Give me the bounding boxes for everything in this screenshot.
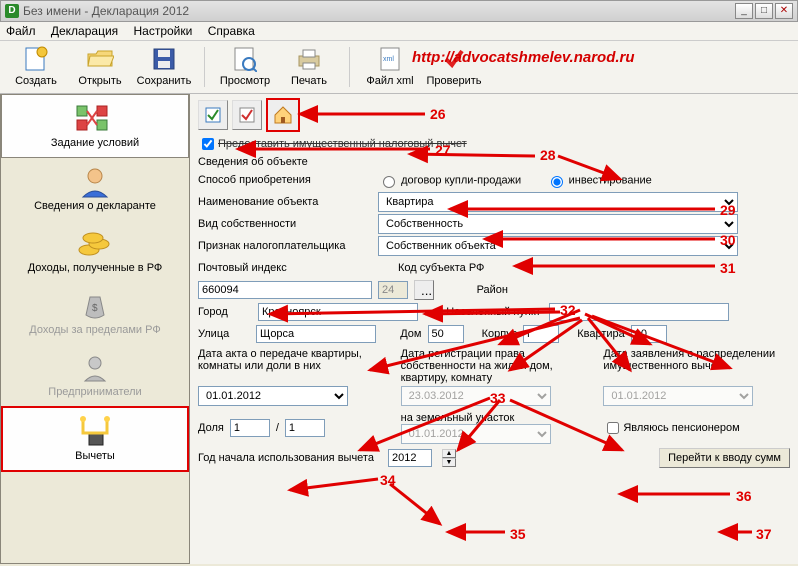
menu-file[interactable]: Файл: [6, 24, 36, 38]
content-pane: Предоставить имущественный налоговый выч…: [190, 94, 798, 564]
sidebar-item-conditions[interactable]: Задание условий: [1, 94, 189, 158]
grant-label: Предоставить имущественный налоговый выч…: [218, 138, 467, 150]
entrepreneur-icon: [5, 350, 185, 386]
money-bag-icon: $: [5, 288, 185, 324]
tab-social[interactable]: [232, 100, 262, 130]
sidebar-item-entrepreneurs[interactable]: Предприниматели: [1, 344, 189, 406]
share-label: Доля: [198, 422, 224, 434]
year-up-button[interactable]: ▲: [442, 449, 456, 458]
ownership-label: Вид собственности: [198, 218, 378, 230]
obj-name-label: Наименование объекта: [198, 196, 378, 208]
date-reg-input[interactable]: 23.03.2012: [401, 386, 551, 406]
conditions-icon: [6, 101, 184, 137]
sidebar: Задание условий Сведения о декларанте До…: [0, 94, 190, 564]
land-date-input: 01.01.2012: [401, 424, 551, 444]
radio-contract[interactable]: [383, 176, 395, 188]
street-label: Улица: [198, 328, 250, 340]
menu-help[interactable]: Справка: [208, 24, 255, 38]
annot-36: 36: [736, 488, 752, 504]
postal-input[interactable]: [198, 281, 372, 299]
save-icon: [150, 45, 178, 73]
folder-open-icon: [86, 45, 114, 73]
menu-bar: Файл Декларация Настройки Справка: [0, 22, 798, 41]
taxpayer-select[interactable]: Собственник объекта: [378, 236, 738, 256]
sidebar-item-declarant[interactable]: Сведения о декларанте: [1, 158, 189, 220]
section-title: Сведения об объекте: [198, 156, 790, 168]
region-code-input[interactable]: [378, 281, 408, 299]
maximize-button[interactable]: □: [755, 3, 773, 19]
radio-contract-label: договор купли-продажи: [401, 174, 521, 186]
window-title: Без имени - Декларация 2012: [23, 4, 189, 18]
date-reg-label: Дата регистрации права собственности на …: [401, 348, 588, 384]
menu-declaration[interactable]: Декларация: [51, 24, 118, 38]
minimize-button[interactable]: _: [735, 3, 753, 19]
city-input[interactable]: [258, 303, 418, 321]
deduction-tabs: [198, 98, 790, 132]
grant-checkbox[interactable]: [202, 138, 214, 150]
new-doc-icon: [22, 45, 50, 73]
xml-file-icon: xml: [376, 45, 404, 73]
person-icon: [5, 164, 185, 200]
share-num-input[interactable]: [230, 419, 270, 437]
year-input[interactable]: [388, 449, 432, 467]
menu-settings[interactable]: Настройки: [134, 24, 193, 38]
open-button[interactable]: Открыть: [72, 45, 128, 87]
main-toolbar: Создать Открыть Сохранить Просмотр Печат…: [0, 41, 798, 94]
flat-label: Квартира: [577, 328, 625, 340]
date-act-input[interactable]: 01.01.2012: [198, 386, 348, 406]
region-label: Код субъекта РФ: [398, 262, 484, 274]
land-label: на земельный участок: [401, 412, 515, 424]
house-label: Дом: [400, 328, 421, 340]
radio-invest-label: инвестирование: [569, 174, 652, 186]
deductions-icon: [7, 414, 183, 450]
pension-label: Являюсь пенсионером: [623, 422, 739, 434]
share-den-input[interactable]: [285, 419, 325, 437]
annot-34: 34: [380, 472, 396, 488]
date-decl-input: 01.01.2012: [603, 386, 753, 406]
app-icon: D: [5, 4, 19, 18]
annot-37: 37: [756, 526, 772, 542]
preview-button[interactable]: Просмотр: [217, 45, 273, 87]
go-sums-button[interactable]: Перейти к вводу сумм: [659, 448, 790, 468]
radio-invest[interactable]: [551, 176, 563, 188]
house-input[interactable]: [428, 325, 464, 343]
korpus-label: Корпус: [482, 328, 517, 340]
pension-checkbox[interactable]: [607, 422, 619, 434]
region-lookup-button[interactable]: ...: [414, 280, 434, 300]
postal-label: Почтовый индекс: [198, 262, 378, 274]
print-icon: [295, 45, 323, 73]
flat-input[interactable]: [631, 325, 667, 343]
date-decl-label: Дата заявления о распределении имуществе…: [603, 348, 790, 384]
sidebar-item-deductions[interactable]: Вычеты: [1, 406, 189, 472]
sidebar-item-income-foreign[interactable]: $ Доходы за пределами РФ: [1, 282, 189, 344]
close-button[interactable]: ✕: [775, 3, 793, 19]
coins-icon: [5, 226, 185, 262]
city-label: Город: [198, 306, 250, 318]
print-button[interactable]: Печать: [281, 45, 337, 87]
title-bar: D Без имени - Декларация 2012 _ □ ✕: [0, 0, 798, 22]
file-xml-button[interactable]: xml Файл xml: [362, 45, 418, 87]
acq-label: Способ приобретения: [198, 174, 378, 186]
annot-35: 35: [510, 526, 526, 542]
create-button[interactable]: Создать: [8, 45, 64, 87]
tab-standard[interactable]: [198, 100, 228, 130]
year-down-button[interactable]: ▼: [442, 458, 456, 467]
obj-name-select[interactable]: Квартира: [378, 192, 738, 212]
save-button[interactable]: Сохранить: [136, 45, 192, 87]
locality-label: Населенный пункт: [446, 306, 541, 318]
sidebar-item-income-rf[interactable]: Доходы, полученные в РФ: [1, 220, 189, 282]
tab-property[interactable]: [266, 98, 300, 132]
preview-icon: [231, 45, 259, 73]
year-label: Год начала использования вычета: [198, 452, 378, 464]
date-act-label: Дата акта о передаче квартиры, комнаты и…: [198, 348, 385, 384]
taxpayer-label: Признак налогоплательщика: [198, 240, 378, 252]
street-input[interactable]: [256, 325, 376, 343]
svg-text:xml: xml: [383, 56, 394, 63]
watermark-url: http://advocatshmelev.narod.ru: [412, 49, 635, 66]
locality-input[interactable]: [549, 303, 729, 321]
korpus-input[interactable]: [523, 325, 559, 343]
district-label: Район: [477, 284, 508, 296]
svg-text:$: $: [92, 303, 98, 314]
ownership-select[interactable]: Собственность: [378, 214, 738, 234]
